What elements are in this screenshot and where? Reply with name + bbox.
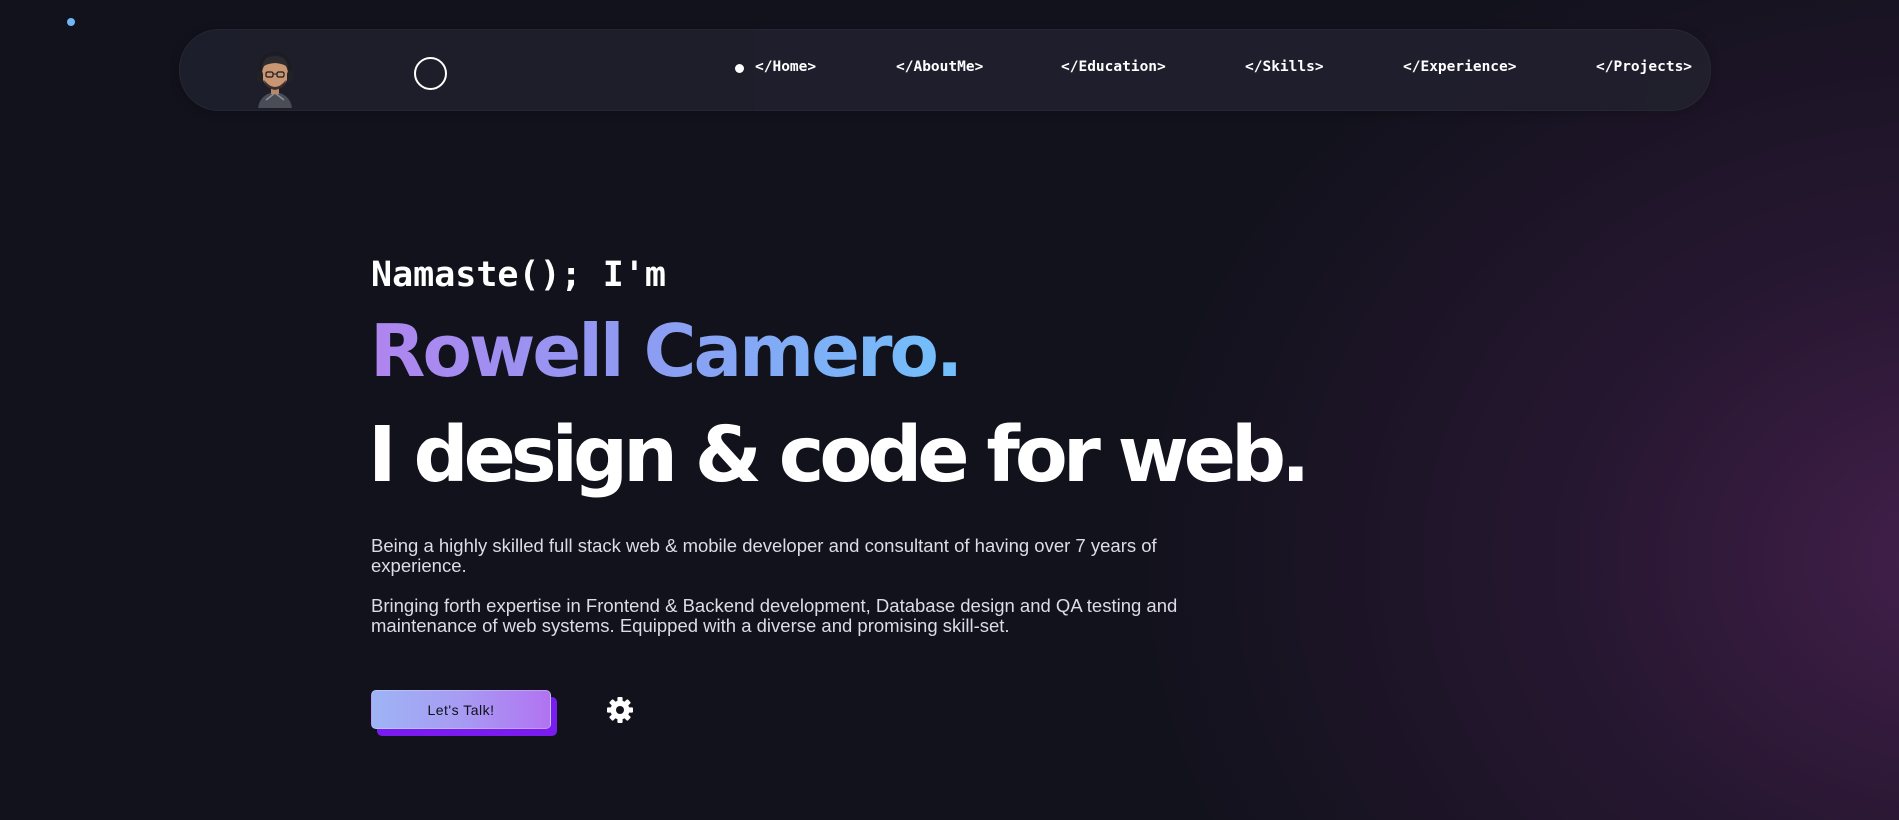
hero-greeting: Namaste(); I'm <box>371 255 667 295</box>
nav-item-aboutme[interactable]: </AboutMe> <box>896 59 983 75</box>
avatar-icon[interactable] <box>252 50 298 108</box>
gear-icon[interactable] <box>606 696 634 724</box>
nav-item-experience[interactable]: </Experience> <box>1403 59 1517 75</box>
hero-bio-paragraph: Being a highly skilled full stack web & … <box>371 535 1157 576</box>
theme-toggle-circle-icon[interactable] <box>414 57 447 90</box>
lets-talk-button-label[interactable]: Let's Talk! <box>371 690 551 729</box>
nav-item-projects[interactable]: </Projects> <box>1596 59 1692 75</box>
hero-tagline: I design & code for web. <box>368 411 1310 500</box>
hero-name: Rowell Camero. <box>370 309 963 393</box>
cursor-dot <box>67 18 75 26</box>
nav-item-home[interactable]: </Home> <box>755 59 816 75</box>
nav-item-skills[interactable]: </Skills> <box>1245 59 1324 75</box>
lets-talk-button[interactable]: Let's Talk! <box>371 690 557 736</box>
nav-active-indicator <box>735 64 744 73</box>
nav-item-education[interactable]: </Education> <box>1061 59 1166 75</box>
hero-bio-paragraph-2: Bringing forth expertise in Frontend & B… <box>371 595 1178 636</box>
